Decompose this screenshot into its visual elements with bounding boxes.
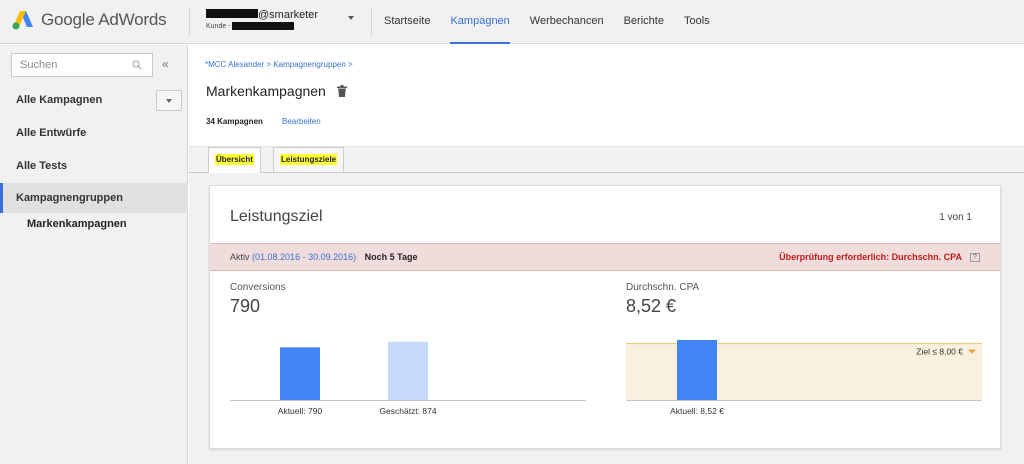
search-input[interactable] [12, 54, 122, 76]
edit-link[interactable]: Bearbeiten [282, 117, 321, 126]
tab-label: Leistungsziele [280, 154, 338, 165]
nav-werbechancen[interactable]: Werbechancen [530, 0, 604, 44]
adwords-logo-icon [12, 11, 33, 30]
status-warning: Überprüfung erforderlich: Durchschn. CPA [779, 252, 962, 262]
sidebar-item-alle-tests[interactable]: Alle Tests [0, 151, 188, 181]
chart-bar-actual [280, 347, 320, 400]
adwords-logo[interactable]: Google AdWords [12, 9, 167, 31]
card-pager: 1 von 1 [939, 212, 972, 223]
performance-goal-card: Leistungsziel 1 von 1 Aktiv (01.08.2016 … [209, 185, 1001, 449]
redacted-block [206, 9, 258, 18]
status-bar: Aktiv (01.08.2016 - 30.09.2016) Noch 5 T… [210, 243, 1000, 271]
chart-bar-label: Aktuell: 8,52 € [670, 406, 724, 416]
goal-label: Ziel ≤ 8,00 € [916, 347, 963, 357]
chevron-down-icon[interactable] [348, 16, 354, 20]
conversions-chart: Aktuell: 790 Geschätzt: 874 [230, 341, 586, 416]
top-bar: Google AdWords @smarketer Kunde - Starts… [0, 0, 1024, 44]
cpa-label: Durchschn. CPA [626, 282, 700, 293]
logo-text: Google AdWords [41, 10, 167, 29]
topbar-divider [189, 8, 190, 36]
collapse-sidebar-icon[interactable]: « [162, 57, 169, 71]
cpa-chart: Aktuell: 8,52 € Ziel ≤ 8,00 € [626, 339, 982, 416]
breadcrumb: *MCC Alexander > Kampagnengruppen > [205, 60, 353, 69]
status-remaining: Noch 5 Tage [364, 252, 418, 262]
tab-uebersicht[interactable]: Übersicht [208, 147, 261, 173]
sidebar: « Alle Kampagnen Alle Entwürfe Alle Test… [0, 45, 188, 464]
tab-divider [189, 172, 1024, 173]
search-box [11, 53, 153, 77]
search-icon[interactable] [132, 60, 142, 70]
nav-tools[interactable]: Tools [684, 0, 710, 44]
account-email: @smarketer [206, 9, 318, 21]
topbar-divider [371, 8, 372, 36]
cpa-value: 8,52 € [626, 296, 677, 316]
help-icon[interactable]: ? [970, 253, 980, 262]
page-title: Markenkampagnen [206, 83, 326, 99]
chart-bar-label: Aktuell: 790 [278, 406, 323, 416]
trash-icon[interactable] [337, 85, 347, 97]
chart-bar-estimated [388, 341, 428, 400]
campaign-filter-dropdown[interactable] [156, 90, 182, 111]
tabs-area: Übersicht Leistungsziele Leistungsziel 1… [189, 146, 1024, 464]
sidebar-item-kampagnengruppen[interactable]: Kampagnengruppen [0, 183, 188, 213]
conversions-value: 790 [230, 296, 261, 316]
card-title: Leistungsziel [230, 208, 323, 225]
main-nav: Startseite Kampagnen Werbechancen Berich… [384, 0, 730, 44]
breadcrumb-separator: > [348, 60, 353, 69]
breadcrumb-kampagnengruppen[interactable]: Kampagnengruppen [273, 60, 346, 69]
status-dates[interactable]: (01.08.2016 - 30.09.2016) [252, 252, 356, 262]
nav-berichte[interactable]: Berichte [624, 0, 664, 44]
status-label: Aktiv [230, 252, 250, 262]
sidebar-item-alle-entwuerfe[interactable]: Alle Entwürfe [0, 118, 188, 148]
redacted-block [231, 22, 294, 30]
tab-leistungsziele[interactable]: Leistungsziele [273, 147, 345, 172]
account-customer: Kunde - [206, 22, 294, 30]
chart-bar-label: Geschätzt: 874 [379, 406, 436, 416]
tab-label: Übersicht [215, 154, 254, 165]
nav-startseite[interactable]: Startseite [384, 0, 430, 44]
campaign-count: 34 Kampagnen [206, 117, 263, 126]
conversions-label: Conversions [230, 282, 286, 293]
main-content: *MCC Alexander > Kampagnengruppen > Mark… [189, 45, 1024, 464]
sidebar-subitem-markenkampagnen[interactable]: Markenkampagnen [27, 218, 127, 230]
nav-kampagnen[interactable]: Kampagnen [450, 0, 511, 44]
account-selector[interactable]: @smarketer Kunde - [206, 9, 356, 35]
chart-bar-actual [677, 339, 717, 400]
breadcrumb-mcc[interactable]: *MCC Alexander [205, 60, 264, 69]
